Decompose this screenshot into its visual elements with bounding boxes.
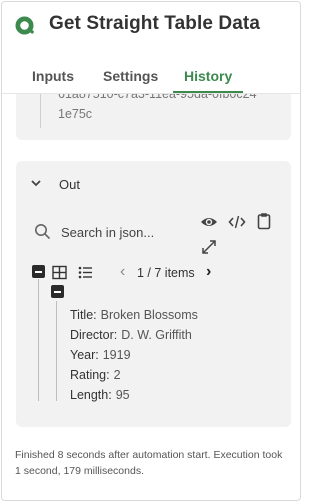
panel-header: Get Straight Table Data Inputs Settings … (2, 2, 300, 94)
field-key: Length: (70, 388, 112, 402)
table-view-icon[interactable] (52, 265, 67, 280)
panel-title: Get Straight Table Data (49, 13, 260, 34)
record-field-year: Year: 1919 (70, 345, 198, 365)
qlik-logo-icon (15, 16, 34, 35)
tab-bar: Inputs Settings History (2, 62, 300, 94)
field-value: Broken Blossoms (100, 308, 198, 322)
output-section-label: Out (59, 177, 80, 192)
json-search-input[interactable] (61, 222, 171, 242)
record-field-rating: Rating: 2 (70, 365, 198, 385)
item-counter: 1 / 7 items (137, 266, 195, 280)
tab-history[interactable]: History (184, 68, 232, 84)
chevron-down-icon[interactable] (30, 177, 42, 189)
json-toolbar: ‹ 1 / 7 items › (32, 263, 232, 298)
field-value: 2 (113, 368, 121, 382)
field-key: Year: (70, 348, 99, 362)
collapse-item-button[interactable] (51, 285, 64, 298)
history-scroll-area[interactable]: 61a87510-c7a3-11ea-95da-0fb0c241e75c Out (2, 94, 300, 500)
field-key: Director: (70, 328, 118, 342)
next-item-button[interactable]: › (206, 263, 211, 281)
field-value: 1919 (102, 348, 131, 362)
code-icon[interactable] (228, 213, 246, 231)
automation-panel: Get Straight Table Data Inputs Settings … (1, 1, 301, 501)
record-field-title: Title: Broken Blossoms (70, 305, 198, 325)
record-field-length: Length: 95 (70, 385, 198, 405)
eye-icon[interactable] (200, 213, 218, 231)
field-key: Title: (70, 308, 97, 322)
tree-rail (40, 94, 41, 128)
record-fields: Title: Broken Blossoms Director: D. W. Gri… (70, 305, 198, 405)
tree-rail (38, 279, 39, 401)
expand-icon[interactable] (200, 238, 218, 256)
run-id-text: 61a87510-c7a3-11ea-95da-0fb0c241e75c (58, 94, 257, 121)
header-divider (2, 93, 300, 94)
clipboard-icon[interactable] (255, 212, 273, 230)
field-key: Rating: (70, 368, 110, 382)
execution-status: Finished 8 seconds after automation star… (15, 449, 283, 477)
search-icon (35, 224, 51, 240)
field-value: D. W. Griffith (121, 328, 192, 342)
list-view-icon[interactable] (78, 265, 93, 280)
previous-item-button[interactable]: ‹ (120, 263, 125, 281)
output-card: Out Search in json... ‹ 1 / 7 items › Ti… (16, 161, 291, 427)
tab-settings[interactable]: Settings (103, 68, 158, 84)
tab-inputs[interactable]: Inputs (32, 68, 74, 84)
field-value: 95 (115, 388, 130, 402)
tree-rail (56, 301, 57, 401)
record-field-director: Director: D. W. Griffith (70, 325, 198, 345)
collapse-all-button[interactable] (32, 265, 45, 278)
